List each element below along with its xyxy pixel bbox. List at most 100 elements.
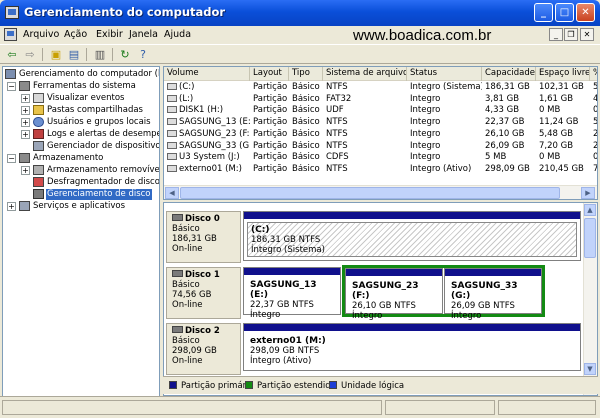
disk-2-title: Disco 2 bbox=[172, 326, 240, 336]
table-row[interactable]: SAGSUNG_33 (G:) Partição Básico NTFS Íntegro… bbox=[164, 140, 597, 153]
cell-text: Partição bbox=[253, 105, 288, 116]
expand-icon[interactable]: + bbox=[21, 130, 30, 139]
table-row[interactable]: externo01 (M:) Partição Básico NTFS Íntegro … bbox=[164, 164, 597, 176]
table-cell: U3 System (J:) bbox=[164, 152, 250, 164]
table-row[interactable]: (L:) Partição Básico FAT32 Íntegro 3,81 GB 1,6… bbox=[164, 94, 597, 106]
refresh-icon[interactable]: ↻ bbox=[117, 47, 133, 62]
tools-icon bbox=[19, 81, 30, 91]
column-percent[interactable]: % bbox=[590, 67, 597, 81]
back-icon[interactable]: ⇦ bbox=[4, 47, 20, 62]
table-cell: Íntegro (Sistema) bbox=[407, 82, 482, 94]
disk-icon bbox=[172, 214, 183, 221]
disk-view-vscrollbar[interactable]: ▲ ▼ bbox=[583, 203, 597, 395]
table-cell: Básico bbox=[289, 141, 323, 153]
table-cell: 0 bbox=[590, 105, 597, 117]
column-volume[interactable]: Volume bbox=[164, 67, 250, 81]
shared-folders-icon bbox=[33, 105, 44, 115]
toolbar: ⇦ ⇨ ▣ ▤ ▥ ↻ ? bbox=[0, 44, 600, 64]
menu-acao[interactable]: Ação bbox=[64, 29, 87, 40]
column-tipo[interactable]: Tipo bbox=[289, 67, 323, 81]
table-cell: 298,09 GB bbox=[482, 164, 536, 176]
scroll-right-icon[interactable]: ▶ bbox=[581, 187, 595, 199]
properties-icon[interactable]: ▥ bbox=[92, 47, 108, 62]
disk-2-info[interactable]: Disco 2 Básico 298,09 GB On-line bbox=[166, 323, 241, 375]
collapse-icon[interactable]: − bbox=[7, 82, 16, 91]
partition-g[interactable]: SAGSUNG_33 (G:) 26,09 GB NTFS Íntegro bbox=[444, 268, 542, 321]
child-minimize-button[interactable]: _ bbox=[549, 28, 563, 41]
table-cell: 26,10 GB bbox=[482, 129, 536, 141]
column-status[interactable]: Status bbox=[407, 67, 482, 81]
cell-text: CDFS bbox=[326, 152, 349, 163]
menu-arquivo[interactable]: Arquivo bbox=[23, 29, 59, 40]
cell-text: 5 MB bbox=[485, 152, 507, 163]
collapse-icon[interactable]: − bbox=[7, 154, 16, 163]
partition-legend: Partição primária Partição estendida Uni… bbox=[163, 376, 598, 394]
disk-state: On-line bbox=[172, 244, 203, 254]
partition-c[interactable]: (C:) 186,31 GB NTFS Íntegro (Sistema) bbox=[243, 211, 581, 261]
extended-swatch bbox=[245, 381, 253, 389]
cell-text: NTFS bbox=[326, 140, 348, 151]
close-button[interactable]: ✕ bbox=[576, 3, 595, 22]
scroll-up-icon[interactable]: ▲ bbox=[584, 204, 596, 216]
expand-icon[interactable]: + bbox=[21, 94, 30, 103]
table-row[interactable]: DISK1 (H:) Partição Básico UDF Íntegro 4,33 G… bbox=[164, 105, 597, 117]
cell-text: Íntegro bbox=[410, 140, 441, 151]
table-row[interactable]: SAGSUNG_13 (E:) Partição Básico NTFS Íntegro… bbox=[164, 117, 597, 129]
cell-text: Íntegro bbox=[410, 152, 441, 163]
table-cell: Partição bbox=[250, 152, 289, 164]
disk-type: Básico bbox=[172, 280, 200, 290]
show-hide-tree-icon[interactable]: ▤ bbox=[66, 47, 82, 62]
table-row[interactable]: (C:) Partição Básico NTFS Íntegro (Sistema) 1… bbox=[164, 82, 597, 94]
cell-text: 298,09 GB bbox=[485, 163, 530, 174]
scroll-down-icon[interactable]: ▼ bbox=[584, 363, 596, 375]
primary-partition-bar bbox=[244, 268, 340, 275]
maximize-button[interactable]: □ bbox=[555, 3, 574, 22]
partition-e[interactable]: SAGSUNG_13 (E:) 22,37 GB NTFS Íntegro bbox=[243, 267, 341, 320]
logical-drive-bar bbox=[346, 269, 442, 276]
column-free-space[interactable]: Espaço livre bbox=[536, 67, 590, 81]
cell-text: 0 bbox=[593, 152, 598, 163]
expand-icon[interactable]: + bbox=[21, 166, 30, 175]
cell-text: Íntegro (Sistema) bbox=[410, 82, 482, 92]
column-file-system[interactable]: Sistema de arquivos bbox=[323, 67, 407, 81]
table-cell: 5 MB bbox=[482, 152, 536, 164]
tree-item-label: Armazenamento bbox=[33, 153, 104, 163]
minimize-button[interactable]: _ bbox=[534, 3, 553, 22]
scroll-left-icon[interactable]: ◀ bbox=[165, 187, 179, 199]
column-capacity[interactable]: Capacidade bbox=[482, 67, 536, 81]
partition-f[interactable]: SAGSUNG_23 (F:) 26,10 GB NTFS Íntegro bbox=[345, 268, 443, 321]
menu-janela[interactable]: Janela bbox=[129, 29, 158, 40]
up-folder-icon[interactable]: ▣ bbox=[48, 47, 64, 62]
services-icon bbox=[19, 201, 30, 211]
cell-text: NTFS bbox=[326, 82, 348, 92]
menu-exibir[interactable]: Exibir bbox=[96, 29, 123, 40]
disk-type: Básico bbox=[172, 336, 200, 346]
table-cell: CDFS bbox=[323, 152, 407, 164]
table-cell: 11,24 GB bbox=[536, 117, 590, 129]
table-cell: 7 bbox=[590, 164, 597, 176]
partition-m[interactable]: externo01 (M:) 298,09 GB NTFS Íntegro (A… bbox=[243, 323, 581, 371]
volume-list-hscrollbar[interactable]: ◀ ▶ bbox=[164, 185, 597, 199]
scroll-thumb[interactable] bbox=[584, 218, 596, 258]
expand-icon[interactable]: + bbox=[21, 118, 30, 127]
forward-icon[interactable]: ⇨ bbox=[22, 47, 38, 62]
table-row[interactable]: SAGSUNG_23 (F:) Partição Básico NTFS Íntegro… bbox=[164, 129, 597, 141]
volume-icon bbox=[167, 118, 177, 126]
status-bar bbox=[0, 396, 600, 418]
disk-0-info[interactable]: Disco 0 Básico 186,31 GB On-line bbox=[166, 211, 241, 263]
table-row[interactable]: U3 System (J:) Partição Básico CDFS Íntegro 5… bbox=[164, 152, 598, 164]
expand-icon[interactable]: + bbox=[21, 106, 30, 115]
child-restore-button[interactable]: ❐ bbox=[564, 28, 578, 41]
disk-1-info[interactable]: Disco 1 Básico 74,56 GB On-line bbox=[166, 267, 241, 319]
disk-icon bbox=[172, 270, 183, 277]
child-close-button[interactable]: ✕ bbox=[580, 28, 594, 41]
menu-ajuda[interactable]: Ajuda bbox=[164, 29, 191, 40]
child-window-icon[interactable] bbox=[4, 28, 17, 41]
table-cell: Básico bbox=[289, 94, 323, 106]
disk-type: Básico bbox=[172, 224, 200, 234]
table-cell: NTFS bbox=[323, 164, 407, 176]
help-icon[interactable]: ? bbox=[135, 47, 151, 62]
column-layout[interactable]: Layout bbox=[250, 67, 289, 81]
expand-icon[interactable]: + bbox=[7, 202, 16, 211]
scroll-thumb[interactable] bbox=[180, 187, 560, 199]
